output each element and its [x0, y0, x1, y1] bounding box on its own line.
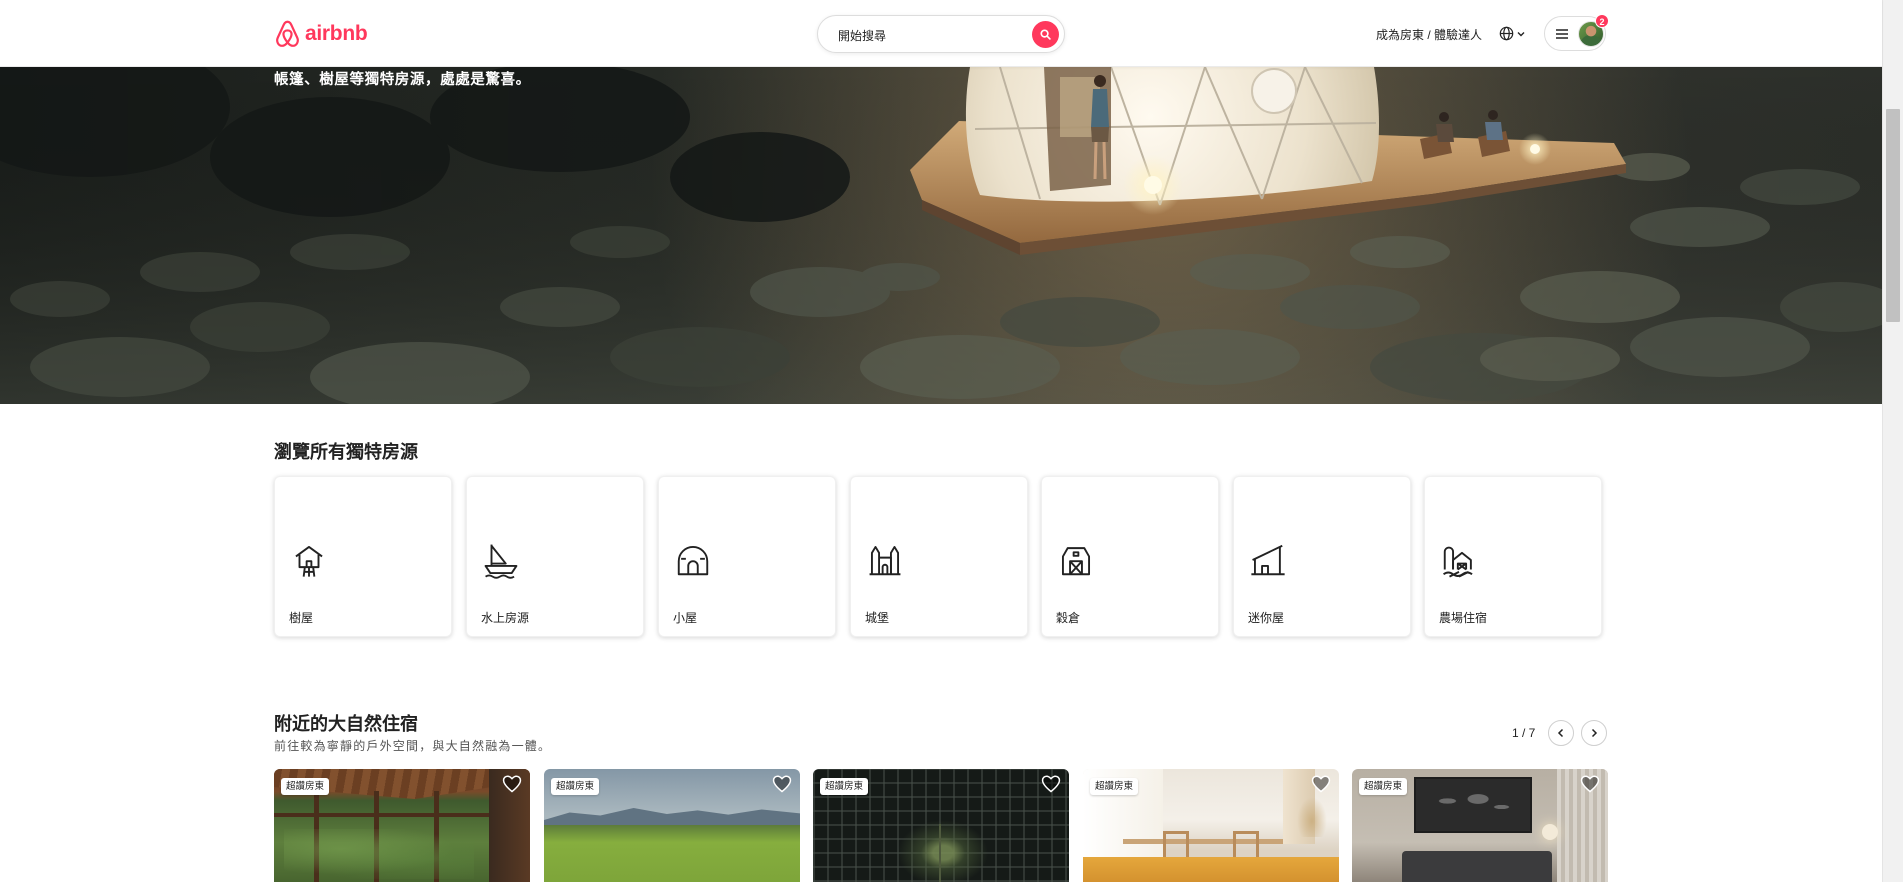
- heart-icon[interactable]: [502, 774, 522, 794]
- superhost-badge: 超讚房東: [281, 778, 330, 795]
- superhost-badge: 超讚房東: [1090, 778, 1139, 795]
- category-card-treehouse[interactable]: 樹屋: [274, 476, 452, 637]
- category-card-tiny-house[interactable]: 迷你屋: [1233, 476, 1411, 637]
- listing-card[interactable]: 超讚房東: [544, 769, 800, 882]
- globe-icon: [1499, 26, 1514, 41]
- category-card-farm[interactable]: 農場住宿: [1424, 476, 1602, 637]
- search-button[interactable]: [1032, 20, 1059, 48]
- hero-banner: 帳篷、樹屋等獨特房源，處處是驚喜。: [0, 67, 1882, 404]
- carousel-prev-button[interactable]: [1548, 720, 1574, 746]
- logo-wordmark: airbnb: [305, 22, 368, 45]
- chevron-left-icon: [1557, 728, 1564, 738]
- listing-card[interactable]: 超讚房東: [1083, 769, 1339, 882]
- become-host-link[interactable]: 成為房東 / 體驗達人: [1376, 26, 1482, 43]
- farm-icon: [1442, 546, 1473, 578]
- listing-card[interactable]: 超讚房東: [274, 769, 530, 882]
- section-title-nature-stays: 附近的大自然住宿: [274, 714, 418, 734]
- carousel-next-button[interactable]: [1581, 720, 1607, 746]
- category-label: 小屋: [673, 611, 698, 625]
- category-card-barn[interactable]: 穀倉: [1041, 476, 1219, 637]
- hero-subtitle: 帳篷、樹屋等獨特房源，處處是驚喜。: [274, 72, 531, 88]
- category-card-hut[interactable]: 小屋: [658, 476, 836, 637]
- page-indicator: 1 / 7: [1512, 726, 1536, 740]
- page-scrollbar[interactable]: [1882, 0, 1903, 882]
- chevron-right-icon: [1591, 728, 1598, 738]
- listing-card[interactable]: 超讚房東: [813, 769, 1069, 882]
- superhost-badge: 超讚房東: [551, 778, 600, 795]
- hero-photo: [0, 67, 1882, 404]
- heart-icon[interactable]: [1041, 774, 1061, 794]
- search-bar[interactable]: 開始搜尋: [817, 15, 1065, 53]
- category-label: 穀倉: [1056, 611, 1081, 625]
- heart-icon[interactable]: [1580, 774, 1600, 794]
- category-label: 樹屋: [289, 611, 314, 625]
- superhost-badge: 超讚房東: [1359, 778, 1408, 795]
- search-icon: [1040, 28, 1051, 40]
- hamburger-menu-icon: [1556, 29, 1568, 39]
- airbnb-logo[interactable]: airbnb: [274, 17, 368, 51]
- treehouse-icon: [295, 545, 323, 577]
- section-subtitle-nature-stays: 前往較為寧靜的戶外空間，與大自然融為一體。: [274, 739, 552, 753]
- castle-icon: [869, 545, 901, 576]
- houseboat-icon: [484, 544, 518, 579]
- heart-icon[interactable]: [1311, 774, 1331, 794]
- top-navigation-bar: airbnb 開始搜尋 成為房東 / 體驗達人 2: [0, 0, 1882, 67]
- section-title-unique-stays: 瀏覽所有獨特房源: [274, 442, 418, 462]
- listing-card[interactable]: 超讚房東: [1352, 769, 1608, 882]
- heart-icon[interactable]: [772, 774, 792, 794]
- category-card-houseboat[interactable]: 水上房源: [466, 476, 644, 637]
- superhost-badge: 超讚房東: [820, 778, 869, 795]
- airbnb-logo-icon: [276, 20, 299, 47]
- category-card-castle[interactable]: 城堡: [850, 476, 1028, 637]
- barn-icon: [1061, 547, 1091, 576]
- chevron-down-icon: [1517, 31, 1525, 36]
- category-label: 城堡: [865, 611, 890, 625]
- language-selector[interactable]: [1499, 25, 1531, 42]
- category-label: 迷你屋: [1248, 611, 1285, 625]
- scrollbar-thumb[interactable]: [1886, 109, 1900, 322]
- hut-icon: [677, 546, 709, 576]
- category-label: 農場住宿: [1439, 611, 1488, 625]
- notification-badge: 2: [1595, 14, 1609, 28]
- search-placeholder: 開始搜尋: [838, 29, 887, 43]
- tiny-house-icon: [1251, 544, 1285, 576]
- category-label: 水上房源: [481, 611, 530, 625]
